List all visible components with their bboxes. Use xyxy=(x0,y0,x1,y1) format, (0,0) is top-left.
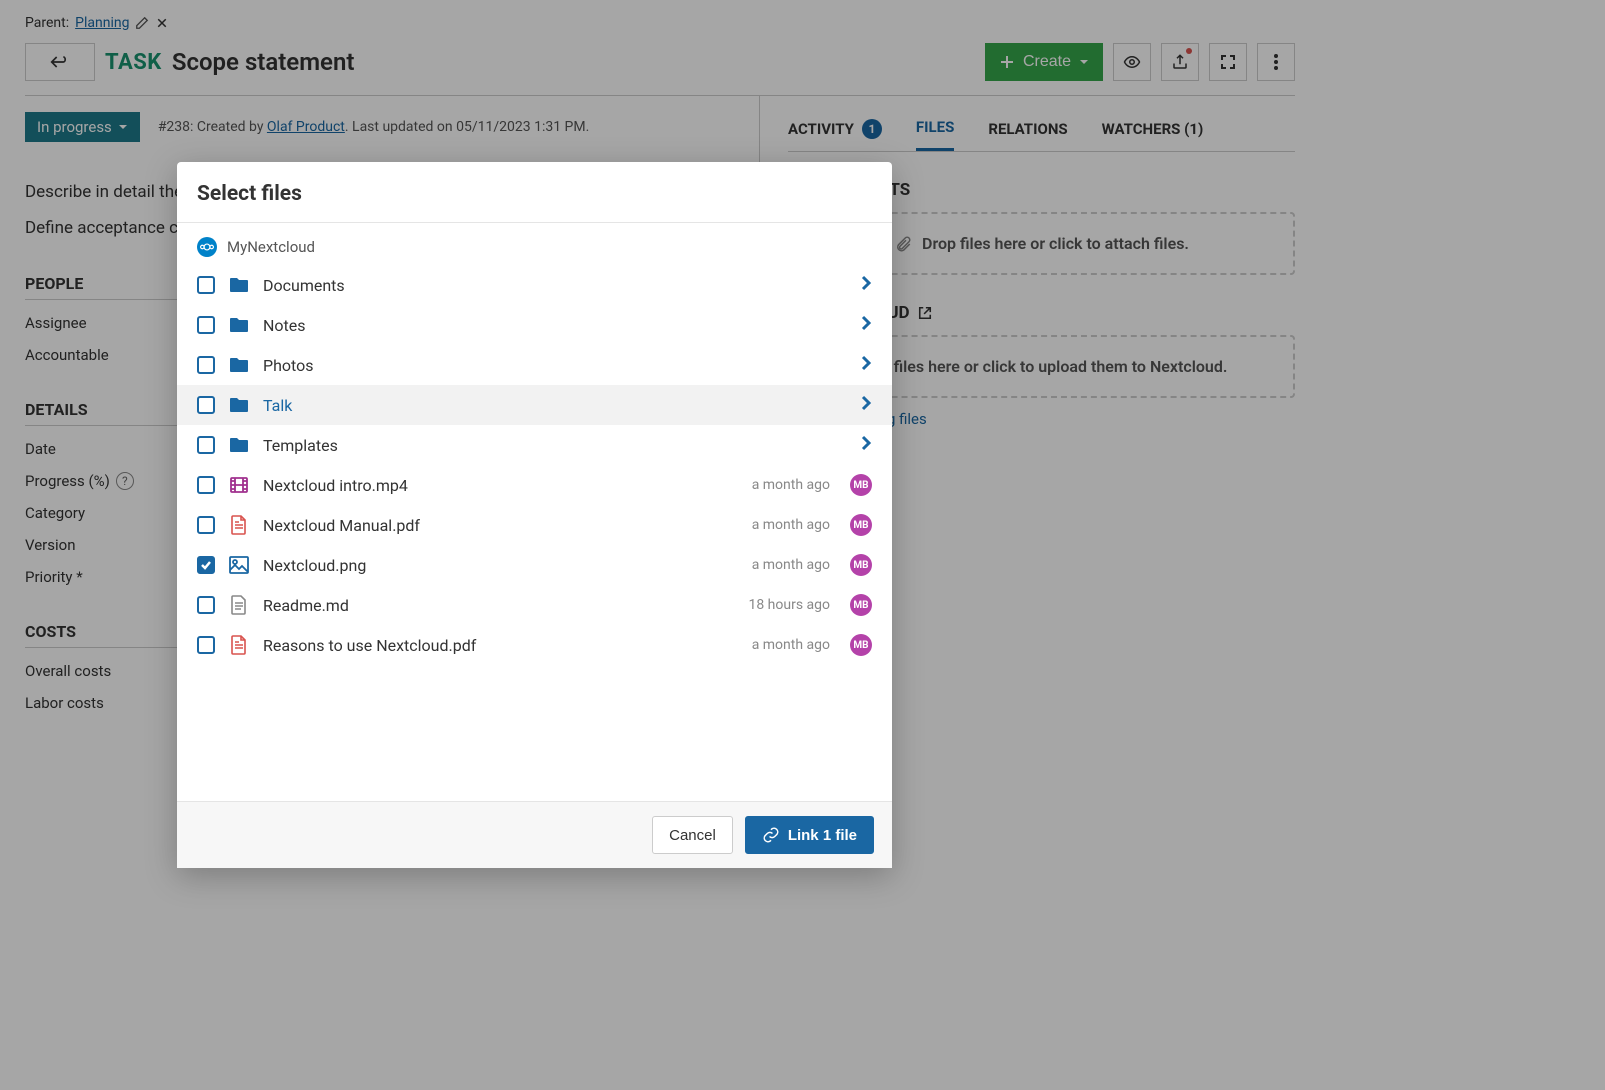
pdf-icon xyxy=(229,515,249,535)
file-name: Readme.md xyxy=(263,596,734,615)
file-row[interactable]: Documents xyxy=(177,265,892,305)
file-time: 18 hours ago xyxy=(748,597,830,613)
folder-icon xyxy=(229,395,249,415)
chevron-right-icon[interactable] xyxy=(860,314,872,336)
checkbox[interactable] xyxy=(197,356,215,374)
checkbox[interactable] xyxy=(197,556,215,574)
file-row[interactable]: Nextcloud.png a month ago MB xyxy=(177,545,892,585)
file-row[interactable]: Reasons to use Nextcloud.pdf a month ago M… xyxy=(177,625,892,665)
file-row[interactable]: Nextcloud Manual.pdf a month ago MB xyxy=(177,505,892,545)
file-name: Nextcloud.png xyxy=(263,556,738,575)
checkbox[interactable] xyxy=(197,396,215,414)
file-name: Photos xyxy=(263,356,846,375)
file-row[interactable]: Talk xyxy=(177,385,892,425)
avatar: MB xyxy=(850,554,872,576)
avatar: MB xyxy=(850,474,872,496)
file-time: a month ago xyxy=(752,517,830,533)
checkbox[interactable] xyxy=(197,636,215,654)
avatar: MB xyxy=(850,514,872,536)
folder-icon xyxy=(229,355,249,375)
link-file-button[interactable]: Link 1 file xyxy=(745,816,874,854)
file-list: Documents Notes Photos Talk Templates Nextclo… xyxy=(177,265,892,801)
checkbox[interactable] xyxy=(197,476,215,494)
avatar: MB xyxy=(850,634,872,656)
select-files-modal: Select files MyNextcloud Documents Notes P… xyxy=(177,162,892,868)
folder-icon xyxy=(229,315,249,335)
file-name: Templates xyxy=(263,436,846,455)
file-row[interactable]: Nextcloud intro.mp4 a month ago MB xyxy=(177,465,892,505)
file-time: a month ago xyxy=(752,557,830,573)
text-icon xyxy=(229,595,249,615)
folder-icon xyxy=(229,435,249,455)
link-file-button-label: Link 1 file xyxy=(788,827,857,844)
pdf-icon xyxy=(229,635,249,655)
chevron-right-icon[interactable] xyxy=(860,434,872,456)
breadcrumb-label: MyNextcloud xyxy=(227,238,315,256)
checkbox[interactable] xyxy=(197,436,215,454)
file-name: Talk xyxy=(263,396,846,415)
file-name: Notes xyxy=(263,316,846,335)
image-icon xyxy=(229,555,249,575)
checkbox[interactable] xyxy=(197,316,215,334)
breadcrumb[interactable]: MyNextcloud xyxy=(177,223,892,265)
chevron-right-icon[interactable] xyxy=(860,354,872,376)
checkbox[interactable] xyxy=(197,596,215,614)
avatar: MB xyxy=(850,594,872,616)
file-time: a month ago xyxy=(752,637,830,653)
video-icon xyxy=(229,475,249,495)
chevron-right-icon[interactable] xyxy=(860,394,872,416)
file-name: Documents xyxy=(263,276,846,295)
file-row[interactable]: Readme.md 18 hours ago MB xyxy=(177,585,892,625)
checkbox[interactable] xyxy=(197,516,215,534)
file-name: Nextcloud Manual.pdf xyxy=(263,516,738,535)
chevron-right-icon[interactable] xyxy=(860,274,872,296)
file-time: a month ago xyxy=(752,477,830,493)
file-name: Nextcloud intro.mp4 xyxy=(263,476,738,495)
folder-icon xyxy=(229,275,249,295)
cancel-button[interactable]: Cancel xyxy=(652,816,733,854)
file-name: Reasons to use Nextcloud.pdf xyxy=(263,636,738,655)
file-row[interactable]: Notes xyxy=(177,305,892,345)
nextcloud-icon xyxy=(197,237,217,257)
modal-title: Select files xyxy=(197,182,872,206)
file-row[interactable]: Templates xyxy=(177,425,892,465)
file-row[interactable]: Photos xyxy=(177,345,892,385)
checkbox[interactable] xyxy=(197,276,215,294)
